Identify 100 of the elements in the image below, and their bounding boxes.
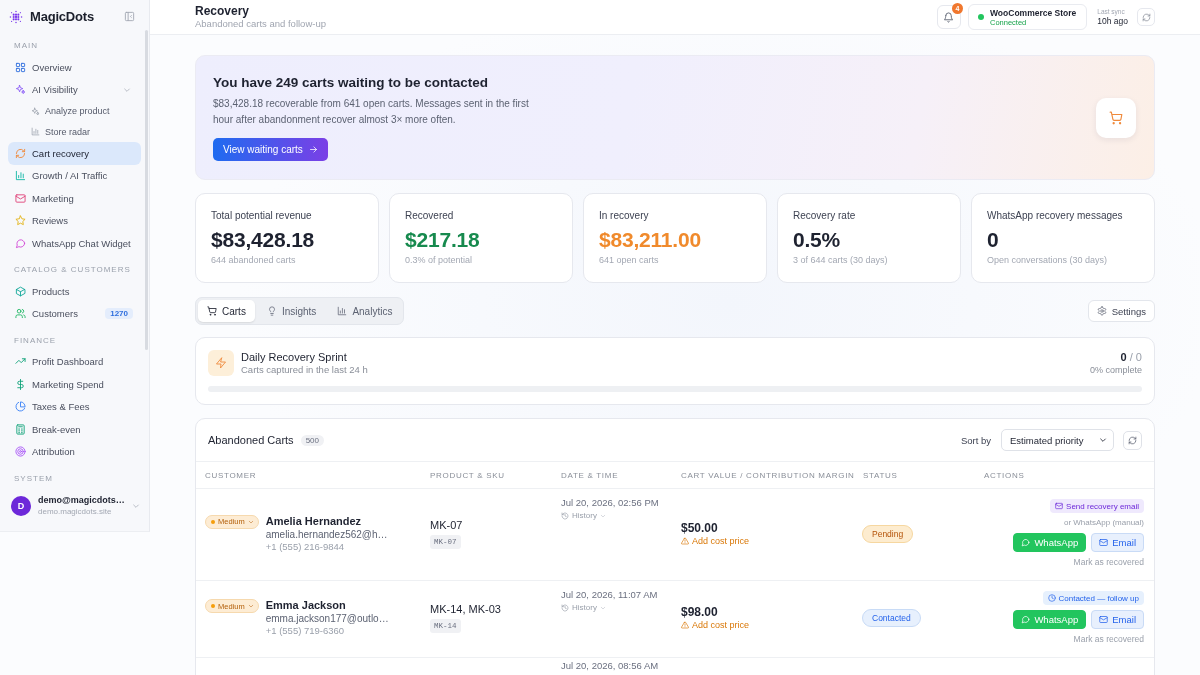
mail-icon — [1099, 538, 1109, 547]
nav-item[interactable]: Taxes & Fees — [8, 395, 141, 418]
product-skus: MK-14, MK-03 — [430, 603, 501, 616]
customer-name: Amelia Hernandez — [265, 514, 362, 528]
customer-phone: +1 (555) 719-6360 — [265, 625, 345, 637]
nav-item[interactable]: Store radar — [8, 121, 141, 142]
dollar-icon — [15, 378, 26, 390]
history-icon — [561, 512, 569, 520]
count-badge: 500 — [300, 434, 324, 446]
user-site: demo.magicdots.site — [38, 506, 112, 517]
mail-icon — [1099, 615, 1109, 624]
calculator-icon — [15, 423, 26, 435]
stat-subtext: 644 abandoned carts — [211, 255, 297, 266]
priority-dot-icon — [211, 604, 215, 608]
nav-item[interactable]: AI Visibility — [8, 78, 141, 101]
nav-item[interactable]: Overview — [8, 56, 141, 79]
gear-icon — [1096, 306, 1107, 316]
column-header: CART VALUE / CONTRIBUTION MARGIN — [681, 470, 856, 480]
view-carts-button[interactable]: View waiting carts — [213, 138, 328, 161]
avatar: D — [11, 495, 31, 516]
status-badge: Pending — [862, 524, 914, 543]
lightbulb-icon — [266, 306, 277, 316]
cart-value: $98.00 — [681, 605, 718, 619]
caret-icon — [599, 605, 606, 611]
bar-chart-icon — [15, 170, 26, 182]
tab[interactable]: Carts — [198, 300, 255, 322]
stat-value: $217.18 — [405, 228, 481, 252]
sort-label: Sort by — [960, 434, 991, 446]
sparkle-icon — [15, 84, 26, 96]
chat-bubble-icon — [1021, 615, 1031, 624]
warning-icon — [681, 536, 689, 545]
suggestion-badge[interactable]: Send recovery email — [1050, 499, 1144, 513]
stat-subtext: 641 open carts — [599, 255, 660, 266]
sort-select[interactable]: Estimated priority — [1001, 429, 1114, 451]
nav-item[interactable]: Marketing — [8, 187, 141, 210]
count-badge: 1270 — [105, 308, 133, 320]
refresh-button[interactable] — [1123, 430, 1142, 450]
nav-item[interactable]: Growth / AI Traffic — [8, 164, 141, 187]
cart-icon — [1096, 97, 1136, 138]
column-header: ACTIONS — [984, 470, 1026, 480]
product-skus: MK-07 — [430, 518, 463, 532]
nav-item[interactable]: Analyze product — [8, 101, 141, 122]
stat-subtext: Open conversations (30 days) — [987, 255, 1109, 266]
stat-value: 0.5% — [793, 228, 842, 252]
cart-date: Jul 20, 2026, 08:56 AM — [561, 660, 659, 672]
column-header: STATUS — [863, 470, 899, 480]
nav-item[interactable]: Attribution — [8, 440, 141, 463]
email-button[interactable]: Email — [1091, 610, 1144, 629]
stat-value: 0 — [987, 228, 1000, 252]
customer-email: amelia.hernandez562@h… — [265, 527, 388, 541]
store-name: WooCommerce Store — [990, 7, 1077, 18]
caret-icon — [247, 603, 254, 609]
refresh-button[interactable] — [1137, 8, 1155, 26]
sprint-subtitle: Carts captured in the last 24 h — [241, 363, 368, 376]
caret-icon — [247, 518, 254, 525]
tab[interactable]: Insights — [257, 300, 326, 322]
sidebar-toggle-icon[interactable] — [124, 11, 135, 22]
nav-item[interactable]: Cart recovery — [8, 142, 141, 165]
cart-icon — [207, 306, 217, 316]
nav-item[interactable]: Products — [8, 280, 141, 303]
section-label: MAIN — [13, 41, 39, 51]
nav-item[interactable]: Customers 1270 — [8, 302, 141, 325]
settings-button[interactable]: Settings — [1087, 300, 1155, 322]
stat-value: $83,428.18 — [211, 228, 316, 252]
priority-dot-icon — [211, 519, 215, 524]
customer-name: Emma Jackson — [265, 599, 346, 612]
email-button[interactable]: Email — [1091, 533, 1144, 552]
stat-subtext: 0.3% of potential — [405, 255, 474, 266]
bar-chart-icon — [337, 306, 348, 316]
nav-item[interactable]: Break-even — [8, 418, 141, 441]
alt-hint: or WhatsApp (manual) — [1063, 518, 1144, 528]
stat-label: Total potential revenue — [211, 210, 313, 222]
user-email: demo@magicdots… — [38, 494, 125, 506]
app-logo-text: MagicDots — [30, 9, 94, 24]
clock-icon — [1047, 594, 1056, 602]
users-icon — [15, 308, 26, 320]
pie-chart-icon — [15, 401, 26, 413]
chat-bubble-icon — [15, 237, 26, 249]
refresh-icon — [1128, 435, 1137, 445]
stat-subtext: 3 of 644 carts (30 days) — [793, 255, 889, 266]
history-icon — [561, 604, 569, 612]
nav-item[interactable]: Profit Dashboard — [8, 350, 141, 373]
sparkle-icon — [31, 106, 40, 116]
stat-label: Recovered — [405, 210, 455, 222]
suggestion-badge[interactable]: Contacted — follow up — [1042, 591, 1144, 605]
customer-email: emma.jackson177@outlo… — [265, 612, 389, 625]
mail-icon — [15, 192, 26, 204]
column-header: PRODUCT & SKU — [430, 470, 506, 480]
chat-bubble-icon — [1021, 538, 1031, 547]
cart-value: $50.00 — [681, 520, 718, 535]
chevron-icon[interactable] — [131, 501, 140, 510]
cart-date: Jul 20, 2026, 11:07 AM — [561, 589, 658, 601]
sprint-progress-label: 0% complete — [1089, 363, 1142, 376]
nav-item[interactable]: Reviews — [8, 209, 141, 232]
banner-title: You have 249 carts waiting to be contacted — [213, 74, 489, 92]
tab[interactable]: Analytics — [328, 300, 402, 322]
bar-chart-icon — [31, 127, 40, 137]
nav-item[interactable]: Marketing Spend — [8, 373, 141, 396]
nav-item[interactable]: WhatsApp Chat Widget — [8, 232, 141, 255]
stat-label: WhatsApp recovery messages — [987, 210, 1124, 222]
